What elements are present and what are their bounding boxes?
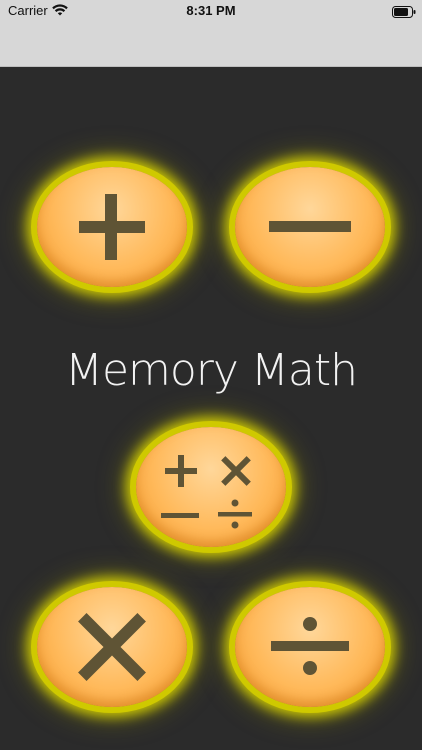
- addition-button[interactable]: [37, 167, 187, 287]
- minus-icon: [269, 221, 351, 232]
- mixed-operations-icon: [161, 455, 252, 529]
- divide-icon: [271, 617, 349, 675]
- clock-label: 8:31 PM: [186, 3, 236, 18]
- subtraction-button[interactable]: [235, 167, 385, 287]
- status-bar: Carrier 8:31 PM: [0, 0, 422, 67]
- main-screen: Memory Math: [0, 67, 422, 750]
- app-title: Memory Math: [65, 345, 358, 396]
- status-row: Carrier 8:31 PM: [0, 0, 422, 24]
- division-button[interactable]: [235, 587, 385, 707]
- mixed-operations-button[interactable]: [136, 427, 286, 547]
- battery-icon: [392, 5, 416, 23]
- plus-icon: [79, 194, 145, 260]
- multiply-icon: [78, 613, 146, 681]
- multiplication-button[interactable]: [37, 587, 187, 707]
